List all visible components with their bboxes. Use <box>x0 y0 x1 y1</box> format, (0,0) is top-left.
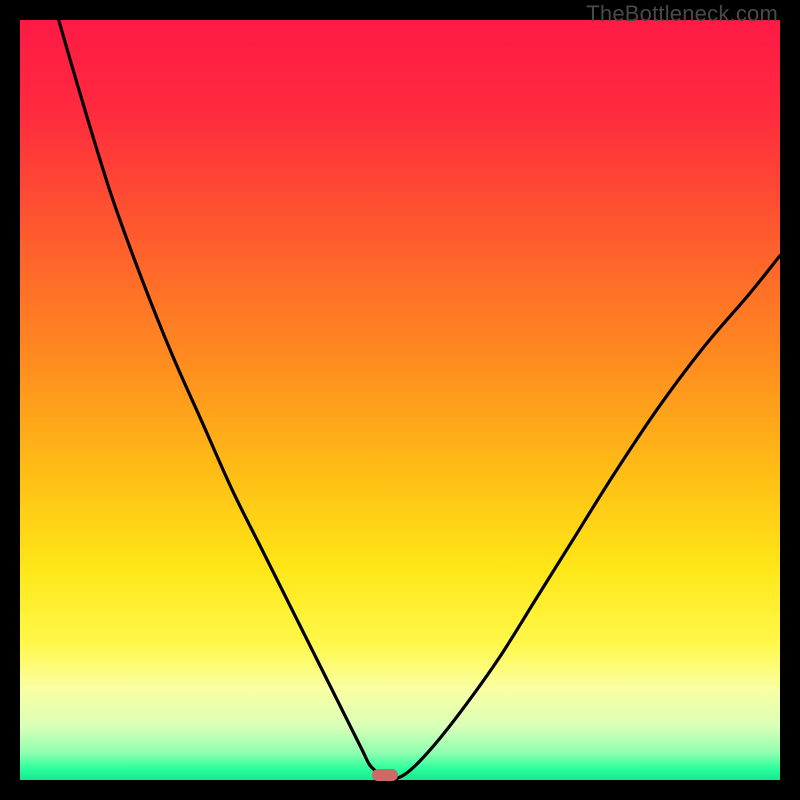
bottleneck-curve <box>20 20 780 780</box>
plot-frame <box>20 20 780 780</box>
optimal-marker <box>372 769 398 781</box>
watermark-text: TheBottleneck.com <box>586 1 778 27</box>
